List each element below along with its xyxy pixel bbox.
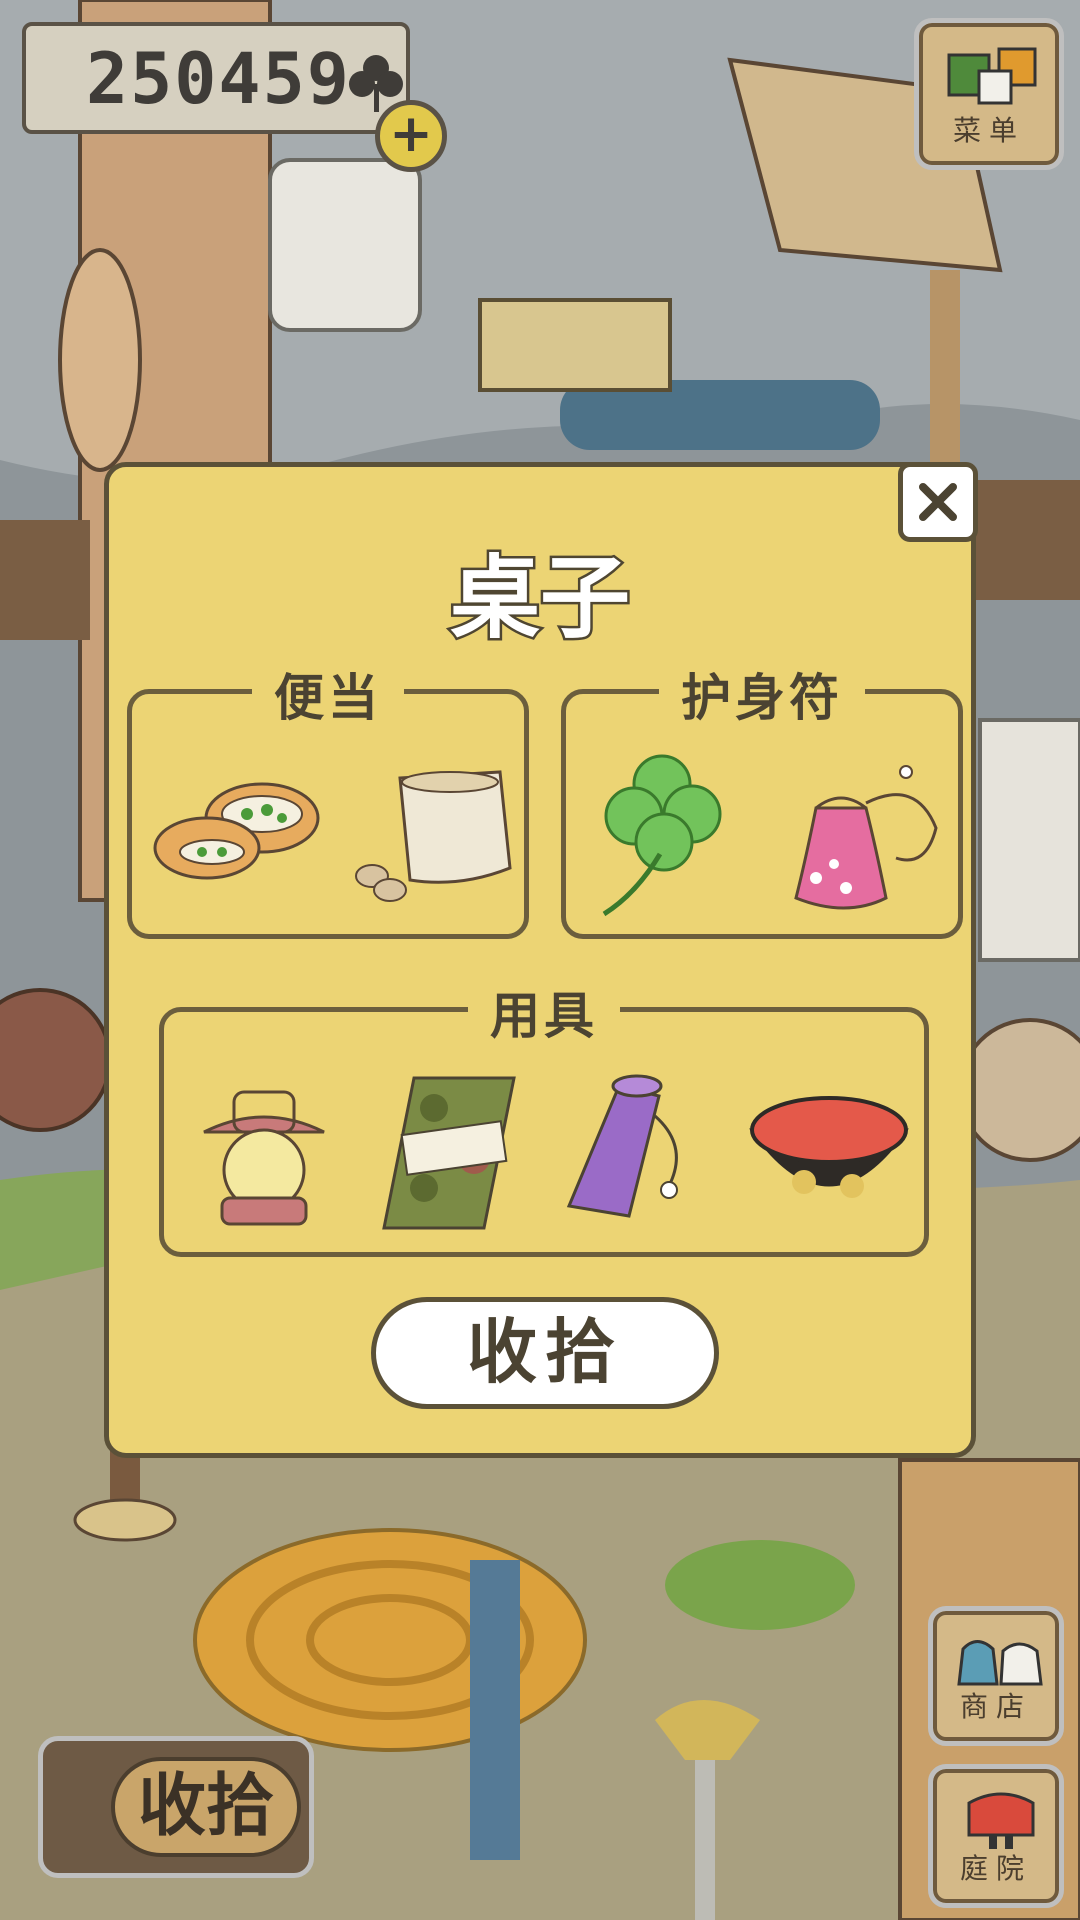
menu-button[interactable]: 菜单 [914, 18, 1064, 170]
clover-count: 250459 [86, 38, 351, 120]
purple-bottle-bag-item[interactable] [559, 1066, 699, 1236]
garden-label: 庭院 [959, 1852, 1032, 1885]
lantern-item[interactable] [194, 1072, 334, 1232]
group-tools: 用具 [159, 976, 929, 1257]
table-modal: 桌子 便当 护身符 用具 收拾 [104, 462, 976, 1458]
sandwich-bread-item[interactable] [152, 778, 322, 888]
camo-tenugui-item[interactable] [374, 1068, 524, 1238]
clover-counter: 250459 [22, 22, 410, 134]
four-leaf-clover-item[interactable] [596, 754, 726, 924]
modal-title: 桌子 [448, 544, 633, 654]
group-label-lunch: 便当 [252, 658, 404, 730]
mailbox-icon [967, 1792, 1035, 1849]
group-charm: 护身符 [561, 658, 963, 939]
shop-button[interactable]: 商店 [928, 1606, 1064, 1746]
nut-bag-item[interactable] [350, 758, 520, 908]
close-icon [919, 483, 957, 521]
shop-bag-icon [957, 1640, 1043, 1686]
collect-mode-button[interactable]: 收拾 [38, 1736, 314, 1878]
menu-icon [947, 47, 1037, 105]
collect-button[interactable]: 收拾 [371, 1297, 719, 1409]
garden-button[interactable]: 庭院 [928, 1764, 1064, 1908]
group-label-charm: 护身符 [659, 658, 865, 730]
red-bowl-item[interactable] [744, 1090, 914, 1220]
group-label-tools: 用具 [468, 976, 620, 1048]
group-lunch: 便当 [127, 658, 529, 939]
collect-mode-label: 收拾 [111, 1757, 301, 1857]
pink-pouch-charm-item[interactable] [776, 748, 946, 928]
menu-label: 菜单 [952, 114, 1025, 147]
add-clover-button[interactable]: + [375, 100, 447, 172]
close-button[interactable] [898, 462, 978, 542]
shop-label: 商店 [959, 1690, 1032, 1723]
